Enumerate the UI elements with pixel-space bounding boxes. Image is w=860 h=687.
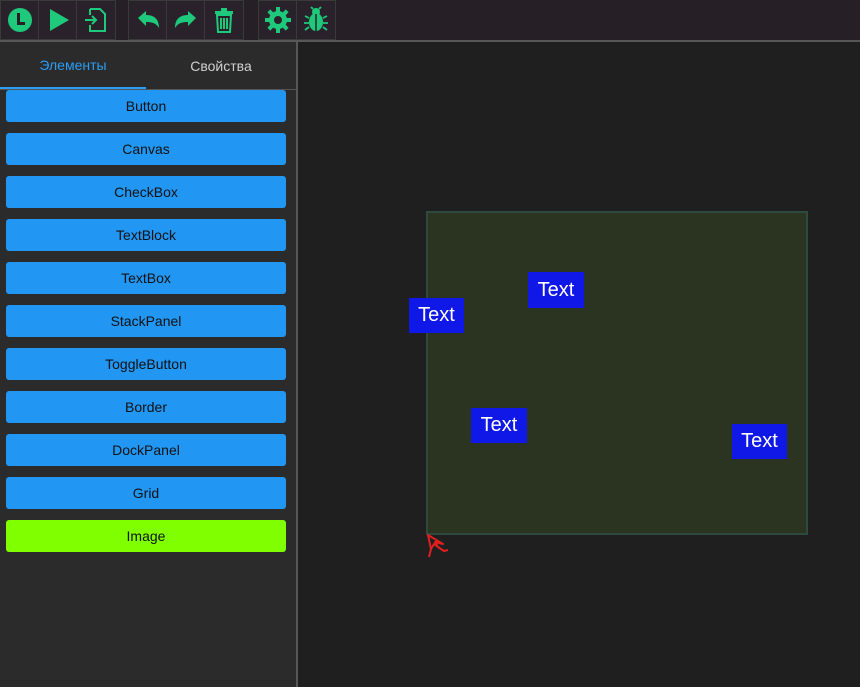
run-button[interactable] bbox=[39, 1, 77, 39]
palette-button-border[interactable]: Border bbox=[6, 391, 286, 423]
palette-button-textbox[interactable]: TextBox bbox=[6, 262, 286, 294]
settings-button[interactable] bbox=[259, 1, 297, 39]
palette-button-togglebutton[interactable]: ToggleButton bbox=[6, 348, 286, 380]
pointer-cursor-icon bbox=[427, 534, 449, 558]
bug-icon bbox=[304, 6, 328, 31]
logo-icon bbox=[7, 8, 32, 32]
canvas-text-element[interactable]: Text bbox=[528, 272, 584, 308]
design-canvas[interactable] bbox=[426, 211, 808, 535]
palette-button-grid[interactable]: Grid bbox=[6, 477, 286, 509]
delete-button[interactable] bbox=[205, 1, 243, 39]
element-palette: Button Canvas CheckBox TextBlock TextBox… bbox=[6, 90, 286, 563]
redo-icon bbox=[174, 11, 196, 28]
palette-button-textblock[interactable]: TextBlock bbox=[6, 219, 286, 251]
design-workspace[interactable]: Text Text Text Text bbox=[298, 42, 860, 687]
redo-button[interactable] bbox=[167, 1, 205, 39]
tab-elements[interactable]: Элементы bbox=[0, 42, 146, 89]
canvas-text-element[interactable]: Text bbox=[409, 298, 464, 333]
trash-icon bbox=[215, 8, 233, 33]
export-icon bbox=[85, 8, 106, 32]
tab-properties[interactable]: Свойства bbox=[148, 42, 294, 89]
undo-button[interactable] bbox=[129, 1, 167, 39]
panel-tabs: Элементы Свойства bbox=[0, 42, 296, 90]
left-panel: Элементы Свойства Button Canvas CheckBox… bbox=[0, 42, 298, 687]
play-icon bbox=[49, 9, 69, 31]
palette-button-checkbox[interactable]: CheckBox bbox=[6, 176, 286, 208]
toolbar-group-tools bbox=[258, 0, 336, 40]
export-button[interactable] bbox=[77, 1, 115, 39]
canvas-text-element[interactable]: Text bbox=[732, 424, 787, 459]
palette-button-canvas[interactable]: Canvas bbox=[6, 133, 286, 165]
debug-button[interactable] bbox=[297, 1, 335, 39]
palette-button-image[interactable]: Image bbox=[6, 520, 286, 552]
toolbar-group-run bbox=[0, 0, 116, 40]
palette-button-stackpanel[interactable]: StackPanel bbox=[6, 305, 286, 337]
palette-button-dockpanel[interactable]: DockPanel bbox=[6, 434, 286, 466]
undo-icon bbox=[137, 11, 159, 28]
gear-icon bbox=[264, 7, 291, 33]
logo-button[interactable] bbox=[1, 1, 39, 39]
canvas-text-element[interactable]: Text bbox=[471, 408, 527, 443]
toolbar bbox=[0, 0, 860, 42]
toolbar-group-edit bbox=[128, 0, 244, 40]
palette-button-button[interactable]: Button bbox=[6, 90, 286, 122]
